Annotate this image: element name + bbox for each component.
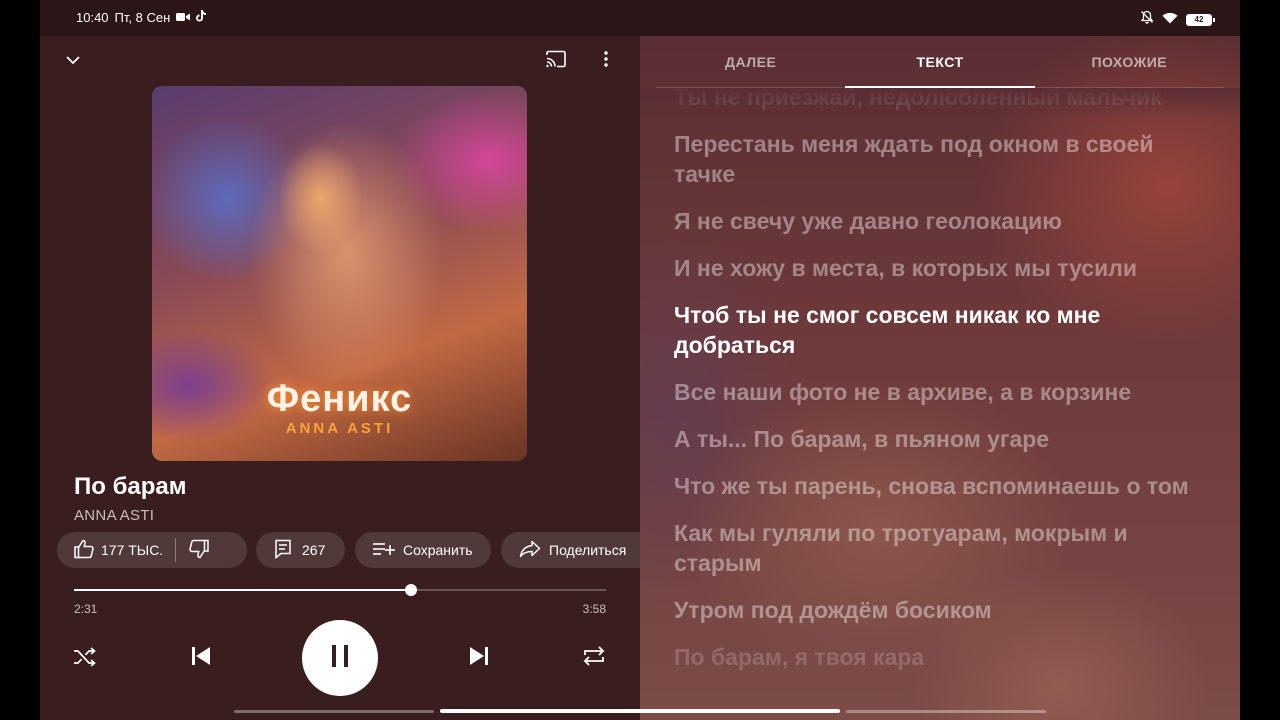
status-bar: 10:40 Пт, 8 Сен 42: [40, 0, 1240, 36]
status-left: 10:40 Пт, 8 Сен: [76, 10, 207, 25]
share-button[interactable]: Поделиться: [501, 532, 651, 568]
battery-icon: 42: [1186, 13, 1215, 26]
chevron-down-icon: [65, 52, 81, 70]
shuffle-button[interactable]: [68, 642, 102, 676]
cast-icon: [545, 50, 567, 73]
nav-gesture-bar[interactable]: [440, 709, 840, 713]
album-art: Феникс ANNA ASTI: [152, 86, 527, 461]
comment-count: 267: [302, 542, 326, 558]
lyric-line[interactable]: И не хожу в места, в которых мы тусили: [674, 253, 1194, 283]
previous-button[interactable]: [183, 640, 219, 676]
lyric-line[interactable]: Все наши фото не в архиве, а в корзине: [674, 377, 1194, 407]
skip-previous-icon: [191, 646, 211, 671]
dislike-button[interactable]: [188, 539, 210, 562]
total-duration: 3:58: [582, 602, 606, 616]
tab-related[interactable]: ПОХОЖИЕ: [1035, 36, 1224, 87]
shuffle-icon: [73, 646, 97, 672]
status-time: 10:40: [76, 10, 109, 25]
nav-gesture-right: [846, 710, 1046, 713]
status-date: Пт, 8 Сен: [114, 10, 171, 25]
progress-thumb[interactable]: [405, 584, 418, 596]
lyric-line[interactable]: По барам, я твоя кара: [674, 642, 1194, 672]
pill-divider: [175, 538, 177, 562]
tab-lyrics[interactable]: ТЕКСТ: [845, 36, 1035, 88]
playlist-add-icon: [373, 542, 395, 559]
app-screen: 10:40 Пт, 8 Сен 42 Феникс ANNA ASTI По б…: [40, 0, 1240, 720]
tab-lyrics-label: ТЕКСТ: [916, 53, 964, 70]
comment-icon: [274, 539, 292, 562]
thumbs-down-icon: [188, 539, 210, 562]
lyrics-top-fade: [640, 88, 1240, 118]
thumbs-up-icon: [73, 539, 95, 562]
bell-off-icon: [1140, 10, 1154, 29]
video-icon: [176, 10, 191, 25]
share-icon: [519, 540, 541, 561]
tab-up-next-label: ДАЛЕЕ: [725, 53, 777, 70]
tab-up-next[interactable]: ДАЛЕЕ: [656, 36, 845, 87]
cast-button[interactable]: [542, 47, 570, 75]
skip-next-icon: [469, 646, 489, 671]
save-label: Сохранить: [403, 542, 473, 558]
collapse-button[interactable]: [59, 47, 87, 75]
share-label: Поделиться: [549, 542, 627, 558]
lyric-line[interactable]: Я не свечу уже давно геолокацию: [674, 206, 1194, 236]
more-vert-icon: [604, 50, 608, 72]
elapsed-time: 2:31: [74, 602, 98, 616]
tab-bar: ДАЛЕЕ ТЕКСТ ПОХОЖИЕ: [656, 36, 1224, 88]
repeat-button[interactable]: [576, 640, 612, 676]
player-panel: Феникс ANNA ASTI По барам ANNA ASTI 177 …: [40, 36, 651, 720]
tab-related-label: ПОХОЖИЕ: [1091, 53, 1168, 70]
tiktok-icon: [196, 10, 207, 25]
album-art-artist: ANNA ASTI: [285, 420, 394, 437]
lyrics-panel: ДАЛЕЕ ТЕКСТ ПОХОЖИЕ Ты не приезжай, недо…: [640, 36, 1240, 720]
song-title: По барам: [74, 473, 187, 500]
status-right: 42: [1140, 10, 1215, 29]
save-button[interactable]: Сохранить: [355, 532, 491, 568]
lyric-line[interactable]: Перестань меня ждать под окном в своей т…: [674, 129, 1194, 189]
like-dislike-group: 177 ТЫС.: [57, 532, 247, 568]
battery-level: 42: [1194, 14, 1204, 24]
more-options-button[interactable]: [592, 47, 620, 75]
lyrics-list: Ты не приезжай, недолюбленный мальчикПер…: [674, 82, 1194, 689]
next-button[interactable]: [461, 640, 497, 676]
artist-name[interactable]: ANNA ASTI: [74, 507, 154, 524]
lyric-line[interactable]: А ты... По барам, в пьяном угаре: [674, 424, 1194, 454]
like-count: 177 ТЫС.: [101, 542, 164, 558]
lyric-line[interactable]: Что же ты парень, снова вспоминаешь о то…: [674, 471, 1194, 501]
pause-icon: [330, 644, 350, 673]
wifi-icon: [1162, 11, 1178, 29]
pause-button[interactable]: [302, 620, 378, 696]
lyric-line[interactable]: Утром под дождём босиком: [674, 595, 1194, 625]
nav-gesture-left: [234, 710, 434, 713]
comments-button[interactable]: 267: [256, 532, 345, 568]
repeat-icon: [582, 645, 606, 672]
progress-bar[interactable]: [74, 584, 606, 596]
lyric-line[interactable]: Как мы гуляли по тротуарам, мокрым и ста…: [674, 518, 1194, 578]
like-button[interactable]: 177 ТЫС.: [73, 539, 163, 562]
lyric-line-current[interactable]: Чтоб ты не смог совсем никак ко мне добр…: [674, 300, 1194, 360]
progress-fill: [74, 589, 412, 591]
album-art-title: Феникс: [266, 378, 413, 420]
